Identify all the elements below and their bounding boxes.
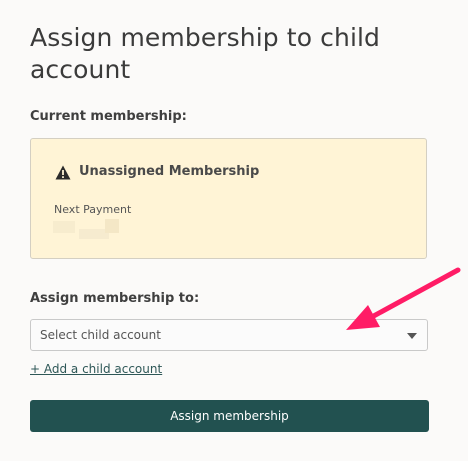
child-account-select[interactable]: Select child account	[30, 319, 428, 351]
current-membership-label: Current membership:	[30, 109, 187, 124]
membership-name: Unassigned Membership	[79, 164, 260, 179]
next-payment-label: Next Payment	[54, 203, 132, 216]
redacted-value	[105, 219, 119, 233]
warning-icon	[55, 165, 71, 180]
assign-membership-label: Assign membership to:	[30, 291, 200, 306]
redacted-value	[53, 221, 75, 233]
add-child-account-link[interactable]: + Add a child account	[30, 362, 162, 376]
membership-card: Unassigned Membership Next Payment	[30, 138, 427, 259]
page-title: Assign membership to child account	[30, 23, 380, 84]
assign-membership-button[interactable]: Assign membership	[30, 400, 429, 432]
select-placeholder: Select child account	[40, 328, 161, 342]
chevron-down-icon	[407, 333, 417, 339]
